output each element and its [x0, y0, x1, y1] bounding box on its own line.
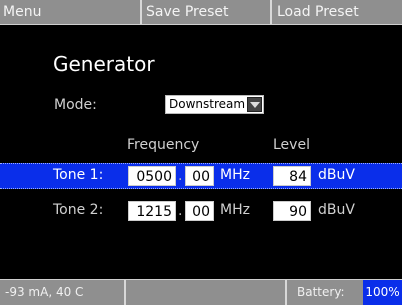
- tone-2-frequency-integer-field[interactable]: 1215: [128, 201, 176, 221]
- tone-2-level-unit: dBuV: [318, 202, 355, 218]
- mode-label: Mode:: [54, 97, 97, 113]
- decimal-separator: .: [178, 168, 183, 184]
- tone-1-frequency-unit: MHz: [220, 167, 250, 183]
- tone-1-frequency-decimal-field[interactable]: 00: [185, 166, 214, 186]
- chevron-down-icon[interactable]: [247, 97, 262, 112]
- decimal-separator: .: [178, 203, 183, 219]
- save-preset-button[interactable]: Save Preset: [142, 0, 270, 24]
- tone-2-frequency-decimal-field[interactable]: 00: [185, 201, 214, 221]
- status-readout: -93 mA, 40 C: [5, 285, 84, 299]
- tone-2-level-field[interactable]: 90: [273, 201, 311, 221]
- menu-button[interactable]: Menu: [0, 0, 140, 24]
- tone-1-level-field[interactable]: 84: [273, 166, 311, 186]
- mode-value: Downstream: [169, 97, 246, 111]
- status-divider: [285, 280, 287, 305]
- status-divider: [124, 280, 126, 305]
- tone-1-frequency-integer-field[interactable]: 0500: [128, 166, 176, 186]
- tone-1-label: Tone 1:: [53, 167, 104, 183]
- status-bar: -93 mA, 40 C Battery: 100%: [0, 279, 402, 305]
- menu-bar: Menu Save Preset Load Preset: [0, 0, 402, 25]
- tone-2-frequency-unit: MHz: [220, 202, 250, 218]
- level-header: Level: [273, 137, 310, 153]
- tone-2-label: Tone 2:: [53, 202, 104, 218]
- tone-1-level-unit: dBuV: [318, 167, 355, 183]
- page-title: Generator: [53, 52, 155, 76]
- battery-percentage: 100%: [363, 280, 402, 305]
- battery-label: Battery:: [297, 285, 345, 299]
- mode-dropdown[interactable]: Downstream: [165, 95, 264, 114]
- load-preset-button[interactable]: Load Preset: [272, 0, 402, 24]
- frequency-header: Frequency: [127, 137, 200, 153]
